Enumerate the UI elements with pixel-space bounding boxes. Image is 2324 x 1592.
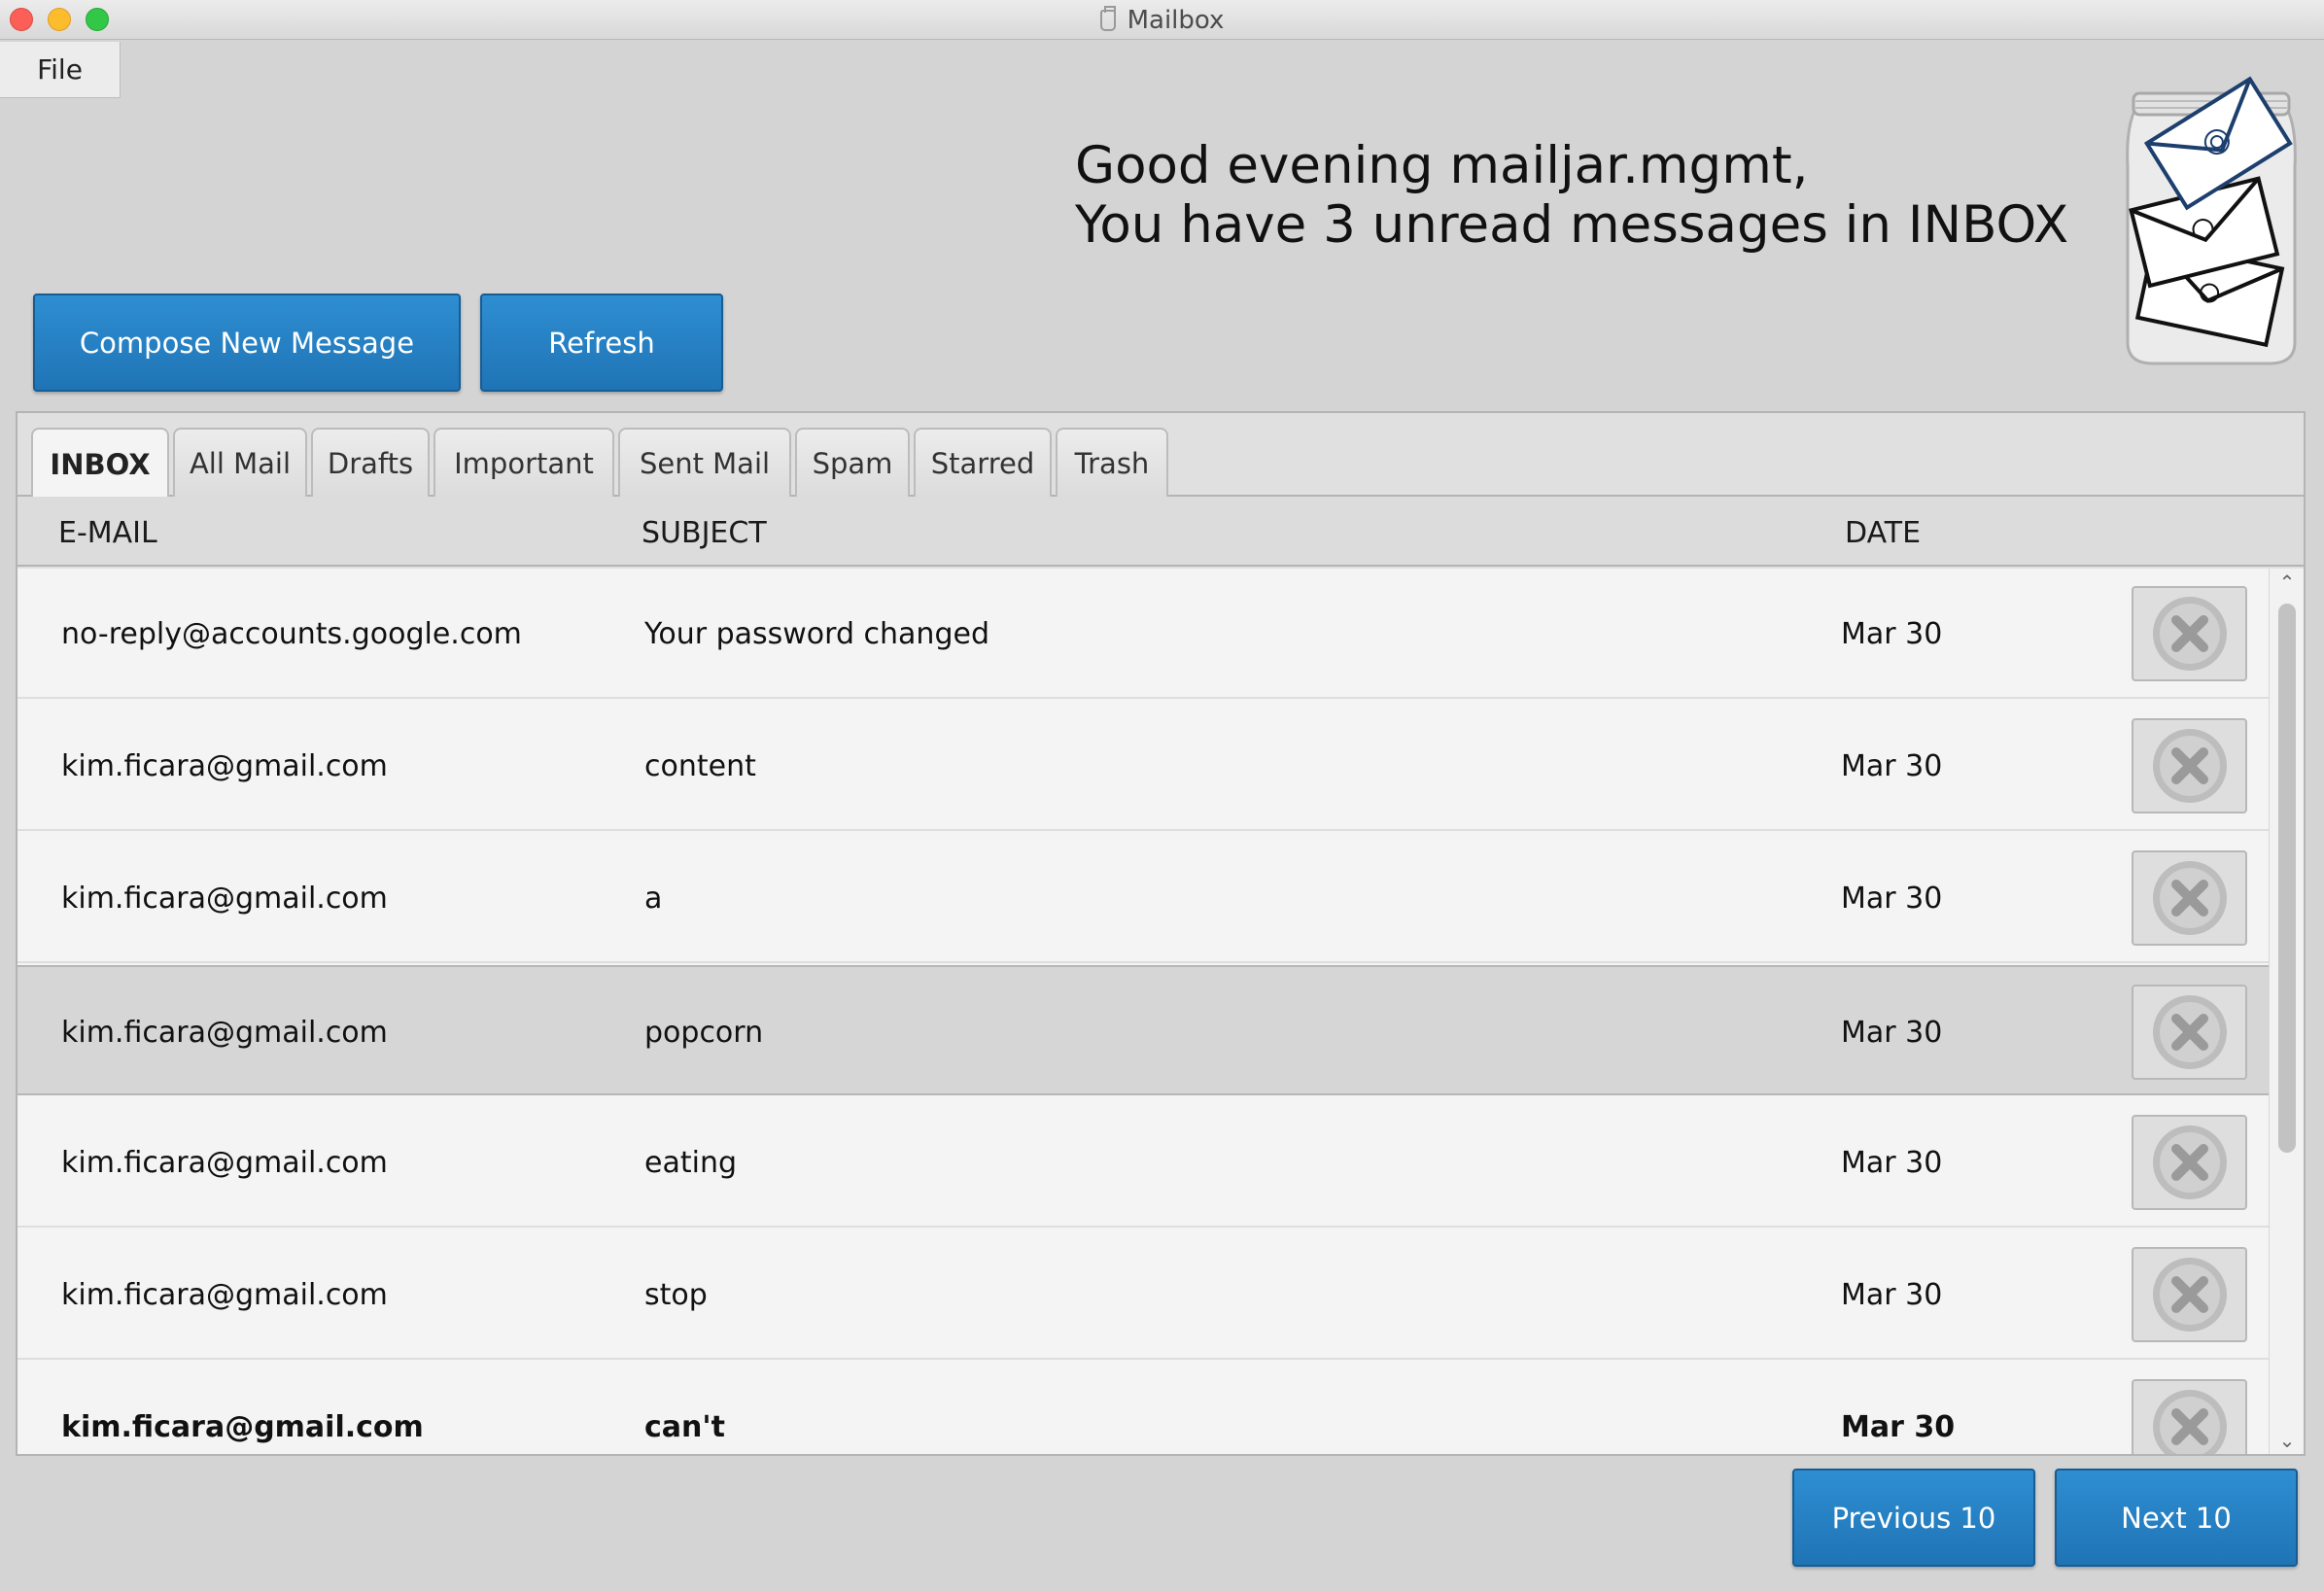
column-header-subject[interactable]: SUBJECT xyxy=(642,516,767,550)
mailjar-logo-icon xyxy=(2126,76,2297,365)
column-header-email[interactable]: E-MAIL xyxy=(58,516,157,550)
row-subject: a xyxy=(644,881,663,916)
tab-all-mail[interactable]: All Mail xyxy=(173,428,307,497)
title-bar: Mailbox xyxy=(0,0,2324,40)
delete-message-button[interactable] xyxy=(2132,850,2247,946)
tab-starred[interactable]: Starred xyxy=(914,428,1052,497)
table-row[interactable]: kim.ficara@gmail.com content Mar 30 xyxy=(17,701,2269,831)
column-header-date[interactable]: DATE xyxy=(1845,516,1921,550)
table-header: E-MAIL SUBJECT DATE xyxy=(17,497,2304,567)
row-date: Mar 30 xyxy=(1841,748,1943,783)
delete-x-icon xyxy=(2148,1253,2232,1336)
scroll-up-arrow-icon[interactable]: ⌃ xyxy=(2270,569,2305,596)
greeting-line-1: Good evening mailjar.mgmt, xyxy=(1075,136,1809,195)
row-email: kim.ficara@gmail.com xyxy=(61,881,388,916)
table-row[interactable]: kim.ficara@gmail.com can't Mar 30 xyxy=(17,1362,2269,1454)
folder-tabs: INBOX All Mail Drafts Important Sent Mai… xyxy=(17,413,2304,499)
greeting: Good evening mailjar.mgmt, You have 3 un… xyxy=(1075,136,2068,255)
row-subject: Your password changed xyxy=(644,616,989,651)
greeting-line-2: You have 3 unread messages in INBOX xyxy=(1075,195,2069,255)
jar-icon xyxy=(1099,5,1116,31)
delete-message-button[interactable] xyxy=(2132,1247,2247,1342)
delete-x-icon xyxy=(2148,990,2232,1074)
row-date: Mar 30 xyxy=(1841,616,1943,651)
message-list-scrollbar[interactable]: ⌃ ⌄ xyxy=(2269,569,2304,1454)
row-date: Mar 30 xyxy=(1841,1145,1943,1180)
scrollbar-thumb[interactable] xyxy=(2278,604,2296,1153)
delete-x-icon xyxy=(2148,1385,2232,1454)
tab-spam[interactable]: Spam xyxy=(795,428,910,497)
row-date: Mar 30 xyxy=(1841,1015,1943,1050)
table-row[interactable]: kim.ficara@gmail.com eating Mar 30 xyxy=(17,1097,2269,1228)
refresh-button[interactable]: Refresh xyxy=(480,294,723,392)
delete-message-button[interactable] xyxy=(2132,985,2247,1080)
row-subject: eating xyxy=(644,1145,737,1180)
tab-sent-mail[interactable]: Sent Mail xyxy=(618,428,791,497)
tab-trash[interactable]: Trash xyxy=(1056,428,1168,497)
row-email: kim.ficara@gmail.com xyxy=(61,1015,388,1050)
window-title-text: Mailbox xyxy=(1127,5,1225,35)
row-subject: can't xyxy=(644,1409,725,1444)
delete-x-icon xyxy=(2148,592,2232,675)
window-title: Mailbox xyxy=(0,0,2324,40)
previous-10-button[interactable]: Previous 10 xyxy=(1792,1469,2035,1567)
delete-message-button[interactable] xyxy=(2132,718,2247,813)
scroll-down-arrow-icon[interactable]: ⌄ xyxy=(2270,1427,2305,1454)
mail-panel: INBOX All Mail Drafts Important Sent Mai… xyxy=(16,411,2306,1456)
row-email: kim.ficara@gmail.com xyxy=(61,1409,424,1444)
tab-drafts[interactable]: Drafts xyxy=(311,428,430,497)
row-email: kim.ficara@gmail.com xyxy=(61,1277,388,1312)
row-subject: content xyxy=(644,748,756,783)
row-email: kim.ficara@gmail.com xyxy=(61,748,388,783)
row-subject: stop xyxy=(644,1277,708,1312)
row-email: no-reply@accounts.google.com xyxy=(61,616,522,651)
next-10-button[interactable]: Next 10 xyxy=(2055,1469,2298,1567)
table-row[interactable]: kim.ficara@gmail.com popcorn Mar 30 xyxy=(17,965,2269,1095)
tab-important[interactable]: Important xyxy=(434,428,614,497)
tab-inbox[interactable]: INBOX xyxy=(31,428,169,499)
delete-x-icon xyxy=(2148,856,2232,940)
delete-x-icon xyxy=(2148,1121,2232,1204)
table-row[interactable]: kim.ficara@gmail.com stop Mar 30 xyxy=(17,1229,2269,1360)
menu-file[interactable]: File xyxy=(0,42,121,98)
row-email: kim.ficara@gmail.com xyxy=(61,1145,388,1180)
compose-new-message-button[interactable]: Compose New Message xyxy=(33,294,461,392)
message-list: no-reply@accounts.google.com Your passwor… xyxy=(17,569,2269,1454)
row-subject: popcorn xyxy=(644,1015,764,1050)
delete-x-icon xyxy=(2148,724,2232,808)
row-date: Mar 30 xyxy=(1841,1277,1943,1312)
table-row[interactable]: kim.ficara@gmail.com a Mar 30 xyxy=(17,833,2269,963)
delete-message-button[interactable] xyxy=(2132,1379,2247,1454)
delete-message-button[interactable] xyxy=(2132,1115,2247,1210)
delete-message-button[interactable] xyxy=(2132,586,2247,681)
table-row[interactable]: no-reply@accounts.google.com Your passwor… xyxy=(17,569,2269,699)
row-date: Mar 30 xyxy=(1841,1409,1956,1444)
row-date: Mar 30 xyxy=(1841,881,1943,916)
